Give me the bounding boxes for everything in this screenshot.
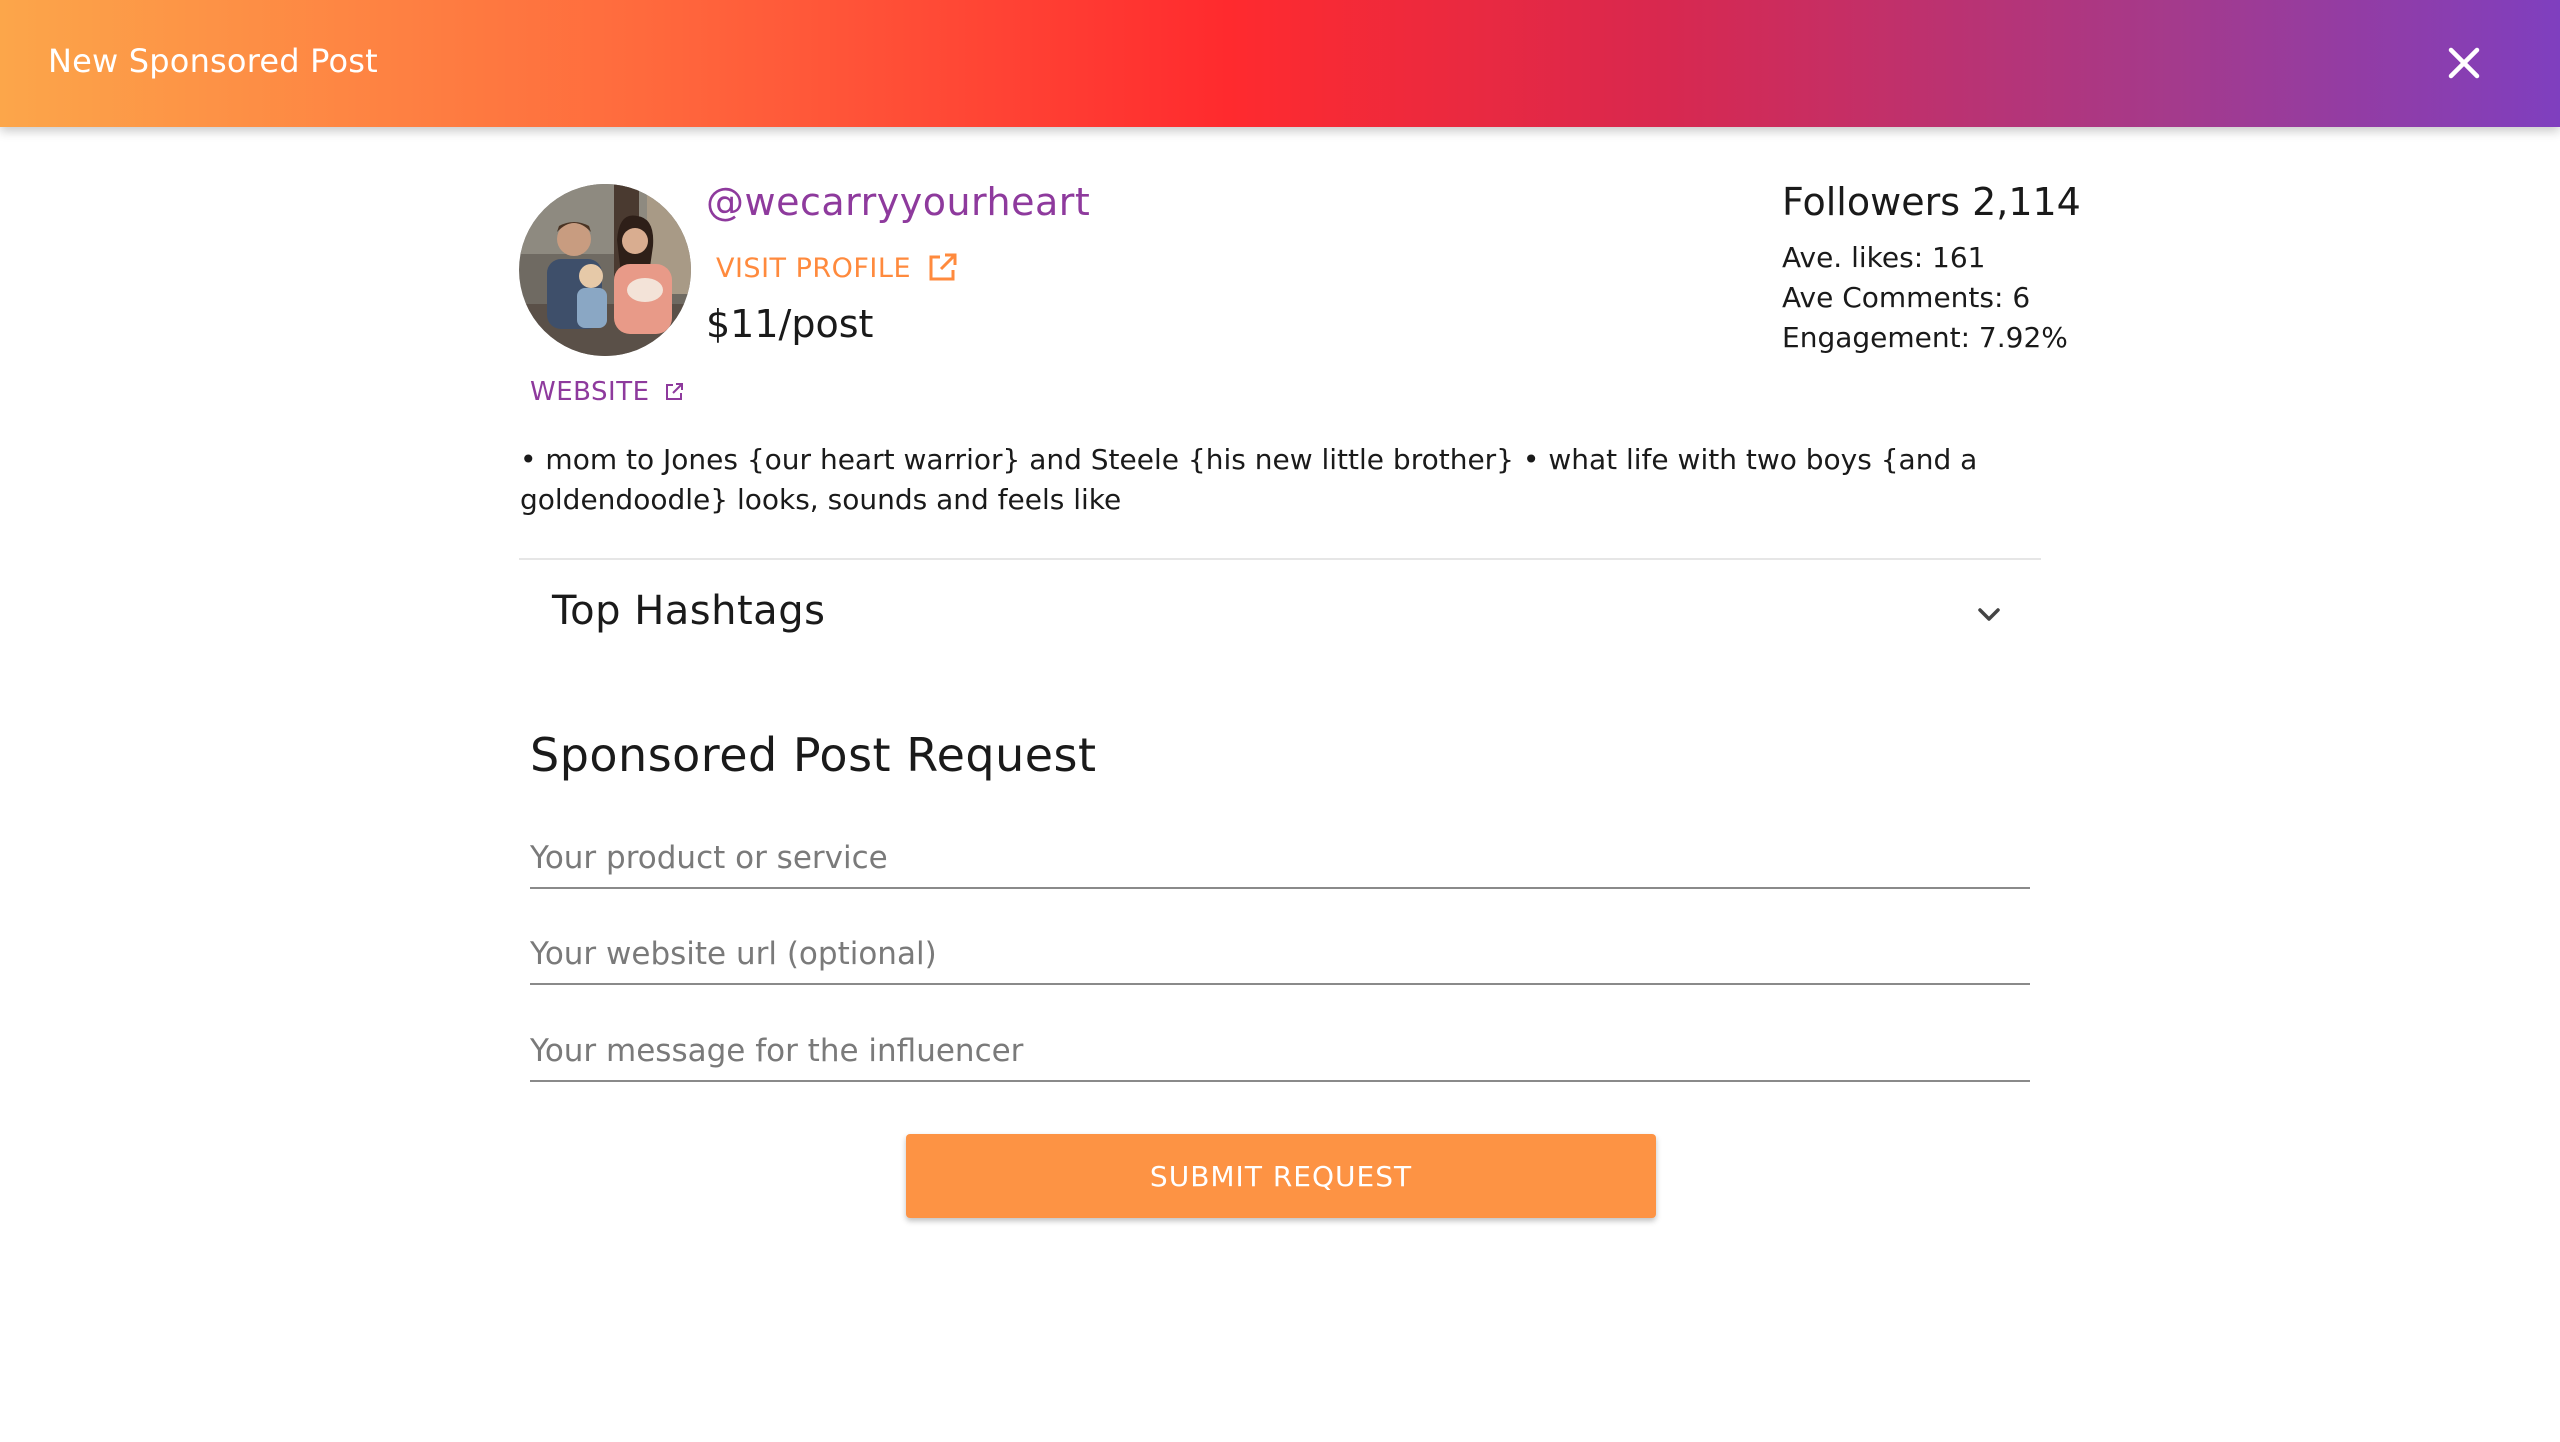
followers-count: Followers 2,114 (1782, 180, 2081, 224)
influencer-handle: @wecarryyourheart (706, 180, 1091, 224)
avatar (519, 184, 691, 356)
website-label: WEBSITE (530, 377, 650, 407)
close-icon (2448, 47, 2480, 79)
engagement-rate: Engagement: 7.92% (1782, 321, 2068, 354)
visit-profile-label: VISIT PROFILE (716, 252, 911, 284)
website-url-field (530, 925, 2030, 985)
dialog-header: New Sponsored Post (0, 0, 2560, 127)
stats-panel: Followers 2,114 Ave. likes: 161 Ave Comm… (1782, 180, 2081, 358)
message-input[interactable] (530, 1022, 2030, 1080)
request-section-title: Sponsored Post Request (530, 728, 1097, 782)
product-field (530, 829, 2030, 889)
external-link-icon (665, 383, 683, 400)
website-link[interactable]: WEBSITE (530, 377, 684, 407)
website-url-input[interactable] (530, 925, 2030, 983)
external-link-icon (929, 253, 957, 281)
average-likes: Ave. likes: 161 (1782, 241, 1986, 274)
average-comments: Ave Comments: 6 (1782, 281, 2031, 314)
top-hashtags-title: Top Hashtags (552, 588, 826, 634)
visit-profile-link[interactable]: VISIT PROFILE (716, 251, 959, 285)
price-per-post: $11/post (706, 302, 874, 346)
chevron-down-icon (1969, 595, 2009, 635)
submit-request-button[interactable]: SUBMIT REQUEST (906, 1134, 1656, 1218)
influencer-bio: • mom to Jones {our heart warrior} and S… (520, 443, 1978, 516)
product-input[interactable] (530, 829, 2030, 887)
dialog-title: New Sponsored Post (48, 42, 378, 80)
close-button[interactable] (2438, 37, 2490, 89)
top-hashtags-expander[interactable]: Top Hashtags (519, 560, 2041, 670)
message-field (530, 1022, 2030, 1082)
